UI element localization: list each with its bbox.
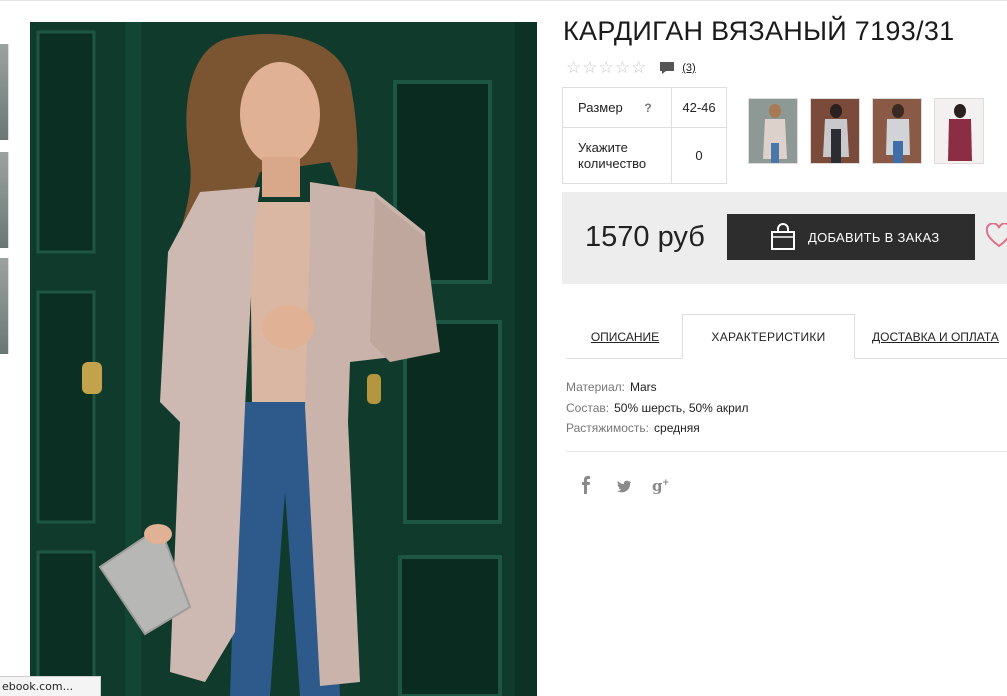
spec-row: Растяжимость: средняя: [566, 418, 749, 439]
left-thumbnail[interactable]: [0, 44, 9, 140]
tab-description[interactable]: ОПИСАНИЕ: [575, 314, 675, 359]
size-help-icon[interactable]: ?: [644, 101, 651, 115]
size-label: Размер: [578, 100, 623, 115]
twitter-icon[interactable]: [615, 476, 632, 496]
speech-bubble-icon: [660, 62, 675, 74]
spec-value: Mars: [629, 380, 657, 394]
spec-value: средняя: [654, 421, 700, 435]
gallery-thumbnail[interactable]: [934, 98, 984, 164]
size-value[interactable]: 42-46: [671, 87, 727, 128]
status-bar-url: ebook.com...: [0, 676, 101, 696]
size-row: Размер ? 42-46: [562, 87, 727, 128]
left-thumbnail[interactable]: [0, 258, 9, 354]
add-to-order-button[interactable]: ДОБАВИТЬ В ЗАКАЗ: [727, 214, 975, 260]
spec-row: Состав: 50% шерсть, 50% акрил: [566, 398, 749, 419]
quantity-label-cell: Укажите количество: [562, 127, 672, 184]
facebook-icon[interactable]: [580, 476, 592, 496]
quantity-input[interactable]: 0: [671, 127, 727, 184]
heart-outline-icon[interactable]: [986, 223, 1007, 249]
tab-characteristics[interactable]: ХАРАКТЕРИСТИКИ: [682, 314, 855, 359]
quantity-label-line2: количество: [578, 155, 647, 171]
spec-key: Состав:: [566, 400, 610, 415]
quantity-row: Укажите количество 0: [562, 127, 727, 184]
star-outline-icon[interactable]: ☆: [631, 58, 646, 78]
spec-row: Материал: Mars: [566, 377, 749, 398]
svg-text:+: +: [662, 478, 670, 488]
specs-list: Материал: Mars Состав: 50% шерсть, 50% акр…: [566, 377, 749, 439]
gallery-thumbnail[interactable]: [872, 98, 922, 164]
product-params-table: Размер ? 42-46 Укажите количество 0: [562, 87, 727, 184]
left-thumbnail[interactable]: [0, 152, 9, 248]
add-to-order-label: ДОБАВИТЬ В ЗАКАЗ: [808, 229, 940, 245]
size-label-cell: Размер ?: [562, 87, 672, 128]
gallery-thumbnail[interactable]: [748, 98, 798, 164]
main-product-photo[interactable]: [30, 22, 537, 696]
spec-value: 50% шерсть, 50% акрил: [614, 400, 749, 415]
star-outline-icon[interactable]: ☆: [615, 58, 630, 78]
spec-key: Материал:: [566, 380, 625, 394]
product-price: 1570 руб: [585, 221, 705, 253]
spec-key: Растяжимость:: [566, 421, 650, 435]
star-outline-icon[interactable]: ☆: [599, 58, 614, 78]
product-title: КАРДИГАН ВЯЗАНЫЙ 7193/31: [563, 16, 955, 46]
tab-delivery-payment[interactable]: ДОСТАВКА И ОПЛАТА: [872, 314, 1007, 359]
rating-row: ☆ ☆ ☆ ☆ ☆ (3): [566, 58, 696, 78]
quantity-label-line1: Укажите: [578, 139, 628, 155]
section-divider: [566, 451, 1007, 452]
reviews-count-link[interactable]: (3): [682, 62, 695, 74]
top-border: [0, 0, 1007, 1]
star-outline-icon[interactable]: ☆: [582, 58, 597, 78]
shopping-bag-icon: [771, 223, 795, 250]
star-outline-icon[interactable]: ☆: [566, 58, 581, 78]
gallery-thumbnail[interactable]: [810, 98, 860, 164]
google-plus-icon[interactable]: g +: [652, 476, 672, 496]
